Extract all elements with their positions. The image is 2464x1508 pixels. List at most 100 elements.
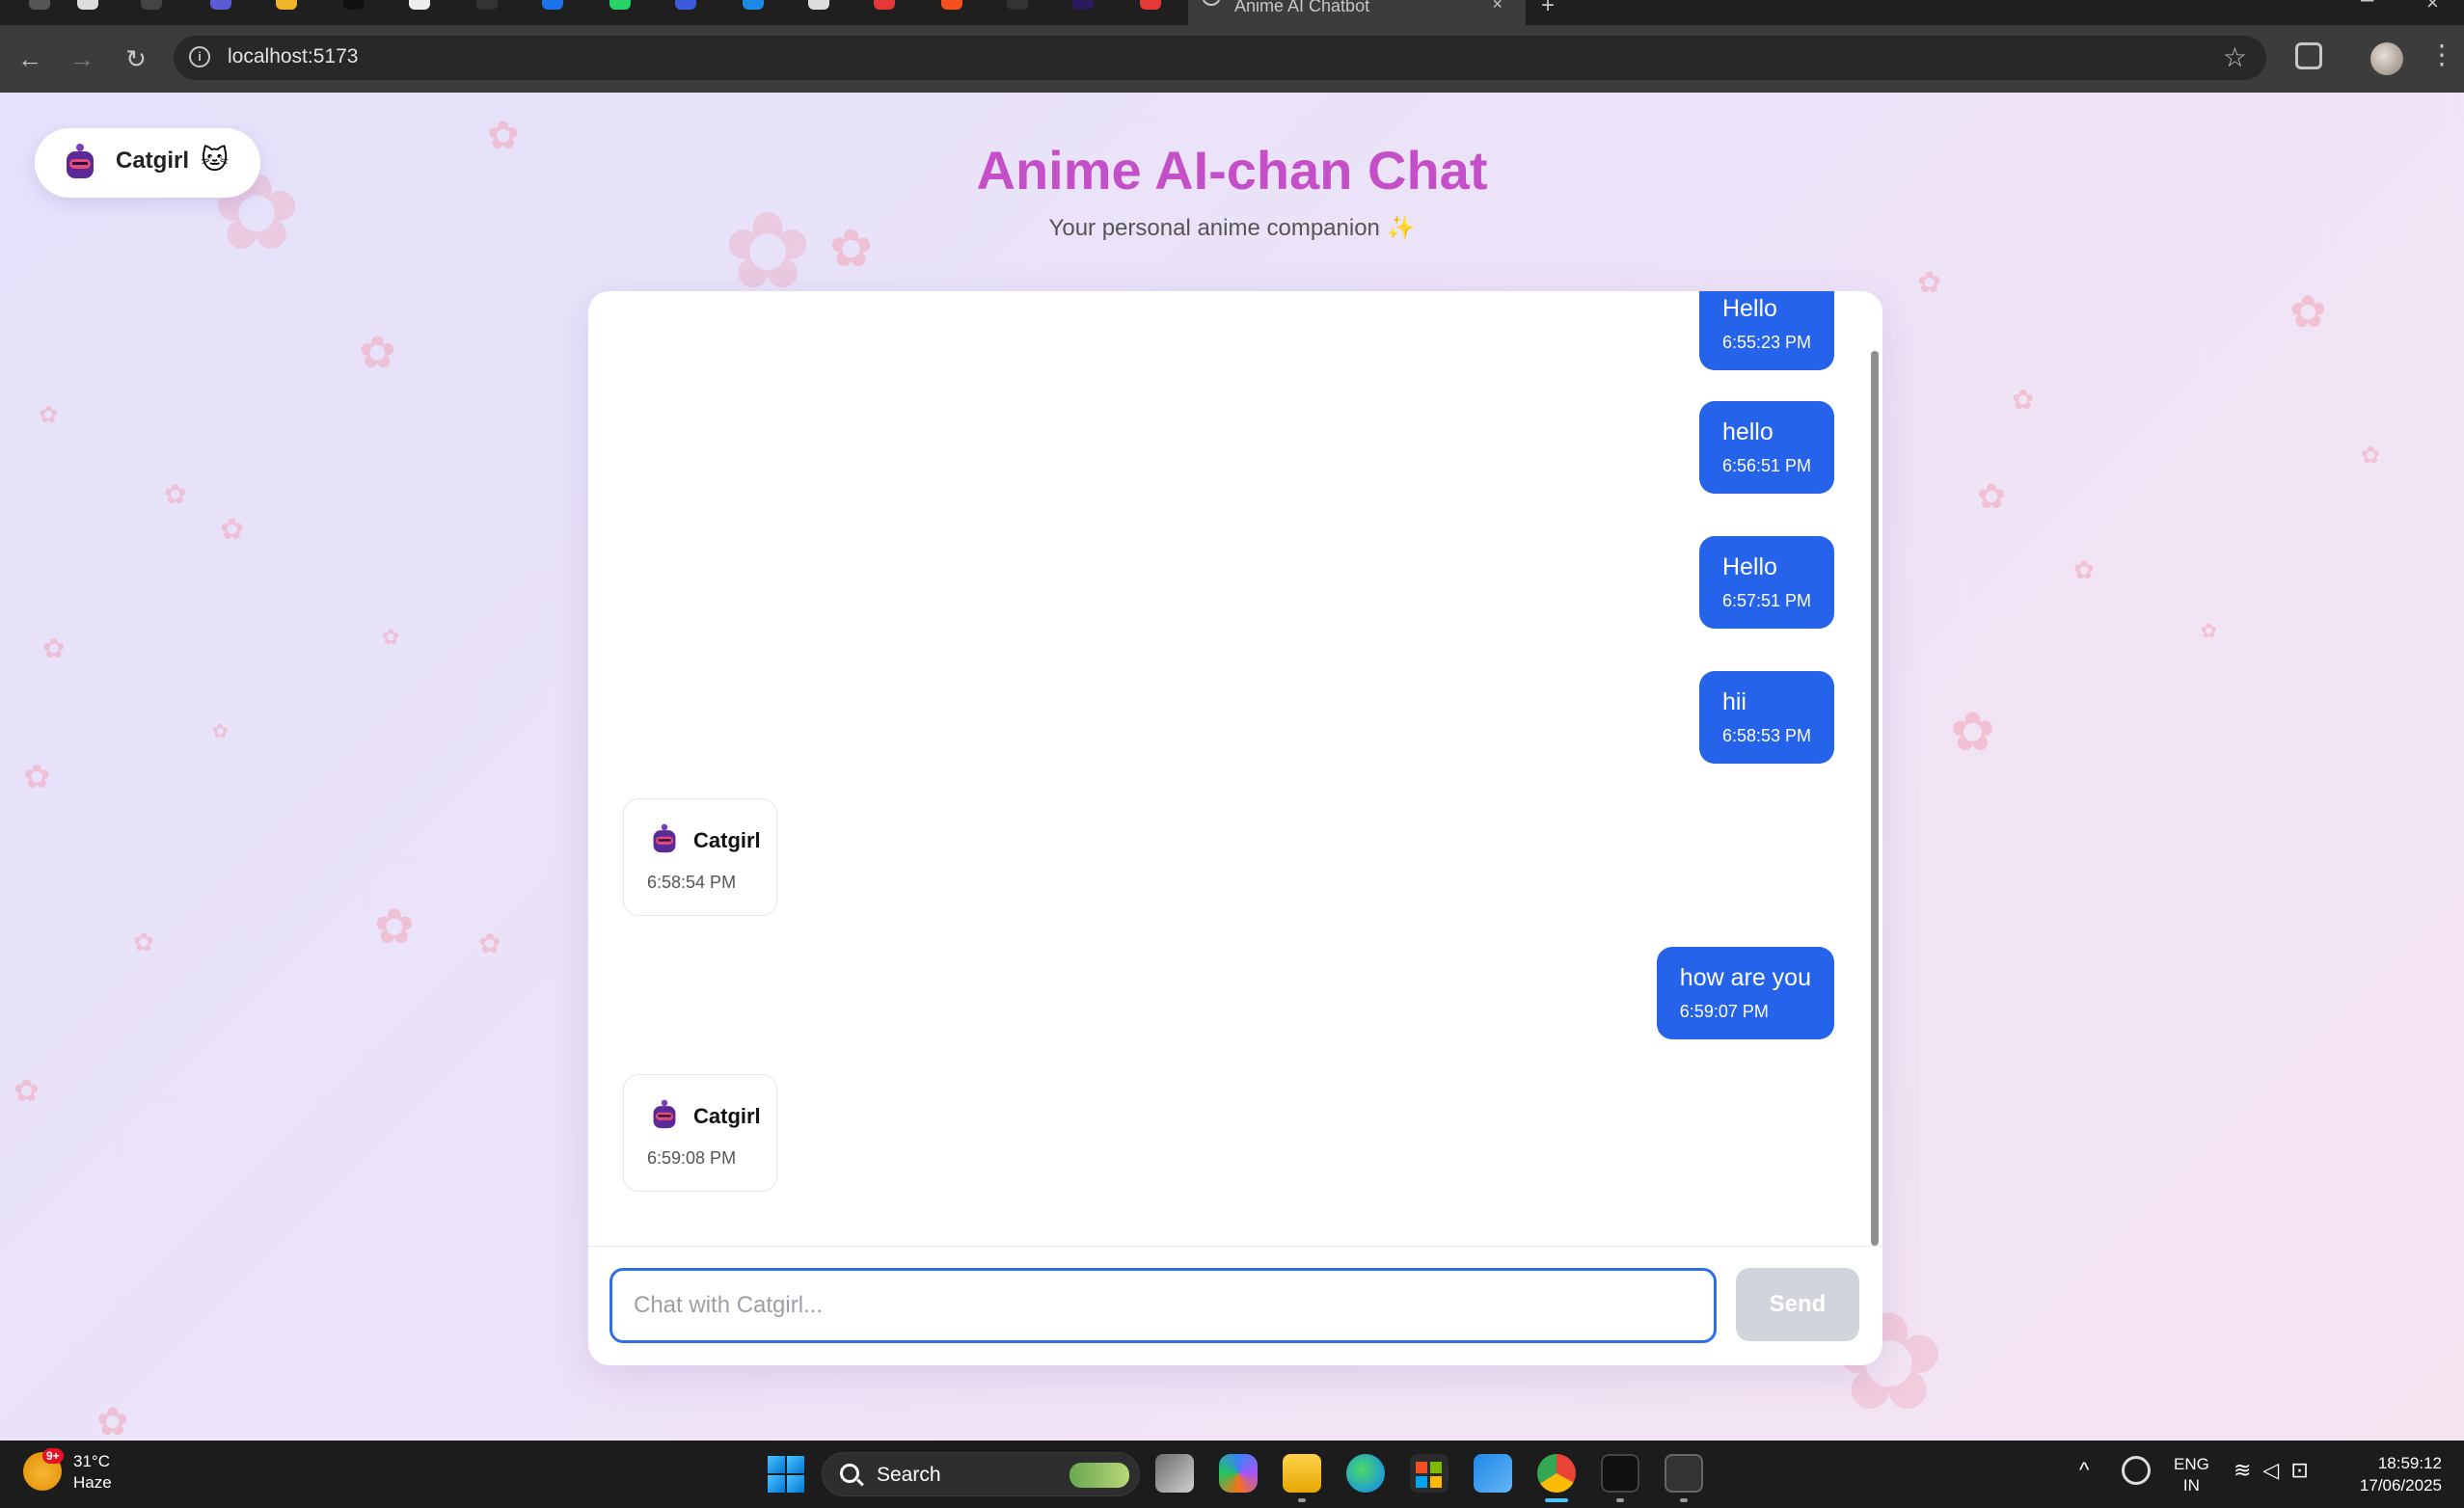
tab-favicon[interactable] bbox=[29, 0, 50, 10]
tab-title: Anime AI Chatbot bbox=[1234, 0, 1370, 15]
menu-dots-icon[interactable]: ⋮ bbox=[2428, 39, 2455, 70]
app-page: ✿ ✿ ✿ ✿ ✿ ✿ ✿ ✿ ✿ ✿ ✿ ✿ ✿ ✿ ✿ ✿ ✿ ✿ ✿ ✿ … bbox=[0, 93, 2464, 1441]
search-label: Search bbox=[877, 1464, 941, 1486]
tab-favicon[interactable] bbox=[675, 0, 696, 10]
new-tab-icon[interactable]: + bbox=[1541, 0, 1555, 19]
weather-condition: Haze bbox=[73, 1473, 112, 1492]
address-bar[interactable]: i localhost:5173 ☆ bbox=[174, 36, 2266, 80]
tab-favicon[interactable] bbox=[542, 0, 563, 10]
tab-favicon[interactable] bbox=[743, 0, 764, 10]
taskbar-search[interactable]: Search bbox=[822, 1452, 1140, 1496]
windows-taskbar: 9+ 31°C Haze Search ^ ENG IN ≋◁⊡ 18:59:1… bbox=[0, 1441, 2464, 1508]
store-icon[interactable] bbox=[1410, 1454, 1449, 1493]
running-indicator bbox=[1616, 1498, 1624, 1502]
user-message: hii 6:58:53 PM bbox=[1698, 671, 1834, 764]
close-icon[interactable]: × bbox=[1492, 0, 1503, 14]
tab-favicon[interactable] bbox=[476, 0, 498, 10]
page-title: Anime AI-chan Chat bbox=[976, 140, 1488, 201]
tab-favicon[interactable] bbox=[409, 0, 430, 10]
message-time: 6:59:08 PM bbox=[647, 1148, 737, 1168]
message-time: 6:58:53 PM bbox=[1721, 726, 1811, 745]
tab-favicon[interactable] bbox=[609, 0, 631, 10]
sakura-petal-decoration: ✿ bbox=[1917, 267, 1942, 299]
forward-icon[interactable]: → bbox=[68, 44, 96, 73]
clock-time: 18:59:12 bbox=[2377, 1454, 2442, 1472]
tab-favicon[interactable] bbox=[1007, 0, 1028, 10]
sakura-petal-decoration: ✿ bbox=[478, 929, 501, 958]
task-view-icon[interactable] bbox=[1155, 1454, 1194, 1493]
cursor-app-icon[interactable] bbox=[1601, 1454, 1639, 1493]
page-subtitle: Your personal anime companion ✨ bbox=[1048, 215, 1416, 241]
sakura-petal-decoration: ✿ bbox=[359, 327, 396, 377]
azure-app-icon[interactable] bbox=[1474, 1454, 1512, 1493]
catgirl-avatar-icon bbox=[653, 1099, 676, 1129]
message-time: 6:56:51 PM bbox=[1721, 456, 1811, 475]
user-message: Hello 6:55:23 PM bbox=[1698, 291, 1834, 370]
tab-favicon[interactable] bbox=[808, 0, 829, 10]
message-composer: Send bbox=[588, 1246, 1882, 1365]
tab-favicon[interactable] bbox=[1072, 0, 1094, 10]
clock[interactable]: 18:59:12 17/06/2025 bbox=[2345, 1452, 2442, 1496]
minimize-icon[interactable]: – bbox=[2361, 0, 2373, 13]
copilot-icon[interactable] bbox=[1219, 1454, 1258, 1493]
chevron-up-icon[interactable]: ^ bbox=[2079, 1458, 2089, 1483]
message-list[interactable]: Hello 6:55:23 PM hello 6:56:51 PM Hello … bbox=[588, 291, 1882, 1246]
start-button[interactable] bbox=[768, 1456, 804, 1493]
tab-favicon[interactable] bbox=[77, 0, 98, 10]
language-code: ENG bbox=[2174, 1455, 2209, 1473]
bookmark-star-icon[interactable]: ☆ bbox=[2223, 41, 2247, 73]
loading-icon bbox=[1202, 0, 1221, 6]
message-scrollbar[interactable] bbox=[1871, 351, 1879, 1246]
sakura-petal-decoration: ✿ bbox=[2201, 621, 2217, 642]
language-indicator[interactable]: ENG IN bbox=[2174, 1454, 2209, 1496]
close-window-icon[interactable]: × bbox=[2426, 0, 2439, 15]
url-text[interactable]: localhost:5173 bbox=[228, 45, 358, 68]
reload-icon[interactable]: ↻ bbox=[122, 44, 150, 73]
tab-favicon[interactable] bbox=[941, 0, 962, 10]
sakura-petal-decoration: ✿ bbox=[164, 479, 187, 509]
tab-favicon[interactable] bbox=[141, 0, 162, 10]
running-indicator bbox=[1298, 1498, 1306, 1502]
terminal-icon[interactable] bbox=[1665, 1454, 1703, 1493]
search-icon bbox=[840, 1464, 859, 1483]
sakura-petal-decoration: ✿ bbox=[374, 900, 415, 954]
profile-avatar[interactable] bbox=[2370, 42, 2403, 75]
bot-name: Catgirl bbox=[693, 1104, 761, 1128]
tab-active[interactable]: Anime AI Chatbot × bbox=[1188, 0, 1526, 25]
sakura-petal-decoration: ✿ bbox=[42, 633, 66, 663]
tab-favicon[interactable] bbox=[874, 0, 895, 10]
running-indicator bbox=[1680, 1498, 1688, 1502]
sakura-petal-decoration: ✿ bbox=[133, 928, 154, 956]
sakura-petal-decoration: ✿ bbox=[23, 759, 51, 795]
message-time: 6:55:23 PM bbox=[1721, 333, 1811, 352]
file-explorer-icon[interactable] bbox=[1283, 1454, 1321, 1493]
tab-favicon[interactable] bbox=[343, 0, 365, 10]
sakura-petal-decoration: ✿ bbox=[2289, 286, 2327, 337]
clock-date: 17/06/2025 bbox=[2359, 1476, 2442, 1495]
edge-icon[interactable] bbox=[1346, 1454, 1385, 1493]
sakura-petal-decoration: ✿ bbox=[2012, 385, 2035, 415]
system-tray-icons[interactable]: ≋◁⊡ bbox=[2234, 1458, 2320, 1483]
back-icon[interactable]: ← bbox=[15, 44, 44, 73]
sakura-petal-decoration: ✿ bbox=[1977, 476, 2007, 516]
region-code: IN bbox=[2182, 1476, 2200, 1495]
user-message: Hello 6:57:51 PM bbox=[1698, 536, 1834, 629]
user-message: hello 6:56:51 PM bbox=[1698, 401, 1834, 494]
sakura-petal-decoration: ✿ bbox=[96, 1401, 129, 1441]
sync-icon[interactable] bbox=[2122, 1456, 2151, 1485]
browser-toolbar: ← → ↻ i localhost:5173 ☆ ⋮ bbox=[0, 25, 2464, 93]
tab-favicon[interactable] bbox=[210, 0, 231, 10]
extensions-icon[interactable] bbox=[2295, 42, 2322, 69]
chat-input[interactable] bbox=[609, 1268, 1717, 1343]
chrome-icon[interactable] bbox=[1537, 1454, 1576, 1493]
sakura-petal-decoration: ✿ bbox=[39, 402, 59, 428]
search-highlight-image bbox=[1070, 1463, 1129, 1488]
sakura-petal-decoration: ✿ bbox=[2361, 443, 2381, 469]
tab-favicon[interactable] bbox=[1140, 0, 1161, 10]
site-info-icon[interactable]: i bbox=[189, 46, 210, 67]
notification-badge: 9+ bbox=[42, 1448, 64, 1464]
send-button[interactable]: Send bbox=[1736, 1268, 1859, 1341]
tab-favicon[interactable] bbox=[276, 0, 297, 10]
sakura-petal-decoration: ✿ bbox=[212, 721, 229, 742]
sakura-petal-decoration: ✿ bbox=[382, 625, 400, 649]
